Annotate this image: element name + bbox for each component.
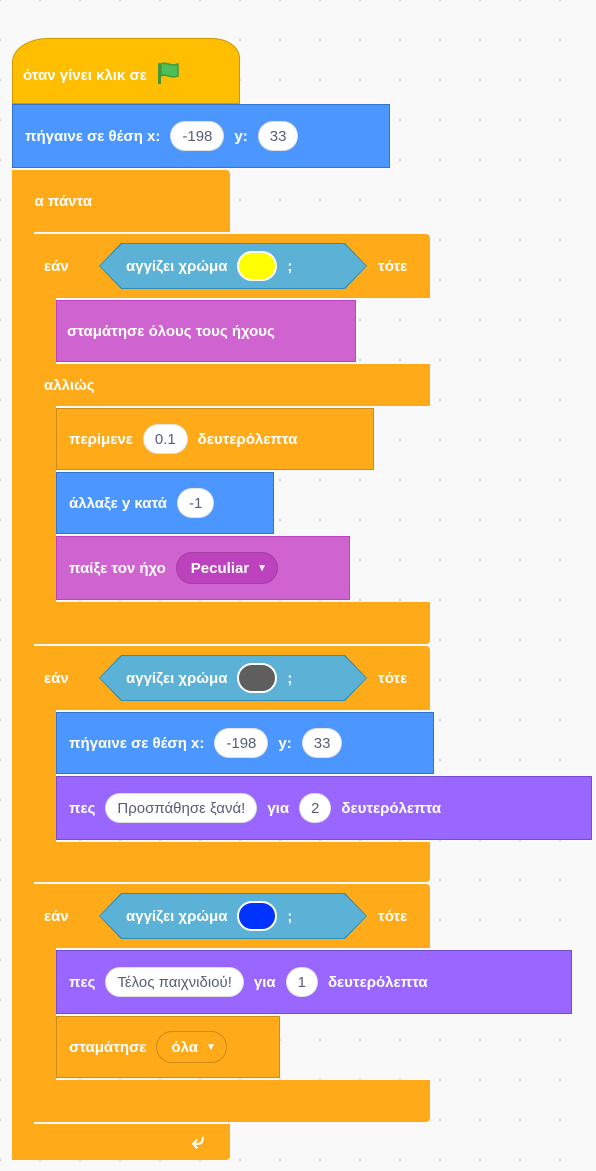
play-sound-label: παίξε τον ήχο [69, 559, 166, 577]
then-label: τότε [378, 257, 408, 275]
say-for-secs-block-gray[interactable]: πες Προσπάθησε ξανά! για 2 δευτερόλεπτα [56, 776, 592, 840]
for-label: για [267, 799, 290, 817]
sound-dropdown[interactable]: Peculiar ▼ [175, 552, 279, 584]
then-label-gray: τότε [378, 669, 408, 687]
stop-block[interactable]: σταμάτησε όλα ▼ [56, 1016, 280, 1078]
touching-color-condition-gray[interactable]: αγγίζει χρώμα ; [100, 656, 366, 700]
play-sound-block[interactable]: παίξε τον ήχο Peculiar ▼ [56, 536, 350, 600]
say-message-input[interactable]: Προσπάθησε ξανά! [105, 793, 258, 823]
stop-dropdown[interactable]: όλα ▼ [156, 1031, 227, 1063]
if-else-bottom [34, 602, 430, 644]
chevron-down-icon: ▼ [257, 562, 268, 574]
x-input[interactable]: -198 [170, 121, 225, 151]
wait-block[interactable]: περίμενε 0.1 δευτερόλεπτα [56, 408, 374, 470]
say-seconds-input-blue[interactable]: 1 [285, 967, 318, 997]
say-seconds-input[interactable]: 2 [299, 793, 332, 823]
seconds-label-blue: δευτερόλεπτα [327, 973, 428, 991]
question-mark-gray: ; [287, 669, 293, 687]
question-mark-blue: ; [287, 907, 293, 925]
if-label-gray: εάν [44, 669, 69, 687]
forever-arm [12, 170, 34, 1160]
seconds-label-gray: δευτερόλεπτα [341, 799, 442, 817]
wait-seconds-input[interactable]: 0.1 [142, 424, 188, 454]
wait-label: περίμενε [69, 430, 133, 448]
then-label-blue: τότε [378, 907, 408, 925]
sound-name: Peculiar [190, 559, 250, 577]
color-swatch-gray[interactable] [237, 663, 277, 693]
y-input[interactable]: 33 [257, 121, 299, 151]
y-label-gray: y: [278, 734, 292, 752]
if-gray-bottom [34, 842, 430, 882]
change-y-input[interactable]: -1 [177, 488, 215, 518]
stop-label: σταμάτησε [69, 1038, 147, 1056]
color-swatch-yellow[interactable] [237, 251, 277, 281]
condition-label: αγγίζει χρώμα [126, 257, 228, 275]
hat-label: όταν γίνει κλικ σε [23, 66, 147, 84]
seconds-label: δευτερόλεπτα [197, 430, 298, 448]
green-flag-icon [155, 61, 181, 89]
y-input-gray[interactable]: 33 [301, 728, 343, 758]
goto-label-gray: πήγαινε σε θέση x: [69, 734, 205, 752]
chevron-down-icon: ▼ [205, 1041, 216, 1053]
when-flag-clicked-block[interactable]: όταν γίνει κλικ σε [12, 38, 240, 104]
if-blue-bottom [34, 1080, 430, 1122]
touching-color-condition-blue[interactable]: αγγίζει χρώμα ; [100, 894, 366, 938]
say-message-input-blue[interactable]: Τέλος παιχνιδιού! [105, 967, 244, 997]
condition-label-gray: αγγίζει χρώμα [126, 669, 228, 687]
goto-xy-block[interactable]: πήγαινε σε θέση x: -198 y: 33 [12, 104, 390, 168]
loop-arrow-icon: ⤶ [192, 1128, 205, 1153]
x-input-gray[interactable]: -198 [214, 728, 269, 758]
touching-color-condition[interactable]: αγγίζει χρώμα ; [100, 244, 366, 288]
stop-sounds-label: σταμάτησε όλους τους ήχους [67, 322, 275, 340]
stop-option: όλα [171, 1038, 198, 1056]
for-label-blue: για [253, 973, 276, 991]
change-y-block[interactable]: άλλαξε y κατά -1 [56, 472, 274, 534]
say-label-blue: πες [69, 973, 96, 991]
y-label: y: [234, 127, 248, 145]
say-for-secs-block-blue[interactable]: πες Τέλος παιχνιδιού! για 1 δευτερόλεπτα [56, 950, 572, 1014]
stop-all-sounds-block[interactable]: σταμάτησε όλους τους ήχους [56, 300, 356, 362]
question-mark: ; [287, 257, 293, 275]
if-label-blue: εάν [44, 907, 69, 925]
goto-xy-block-gray[interactable]: πήγαινε σε θέση x: -198 y: 33 [56, 712, 434, 774]
else-label: αλλιώς [44, 376, 95, 394]
say-label: πες [69, 799, 96, 817]
condition-label-blue: αγγίζει χρώμα [126, 907, 228, 925]
goto-label: πήγαινε σε θέση x: [25, 127, 161, 145]
change-y-label: άλλαξε y κατά [69, 494, 168, 512]
color-swatch-blue[interactable] [237, 901, 277, 931]
if-label: εάν [44, 257, 69, 275]
